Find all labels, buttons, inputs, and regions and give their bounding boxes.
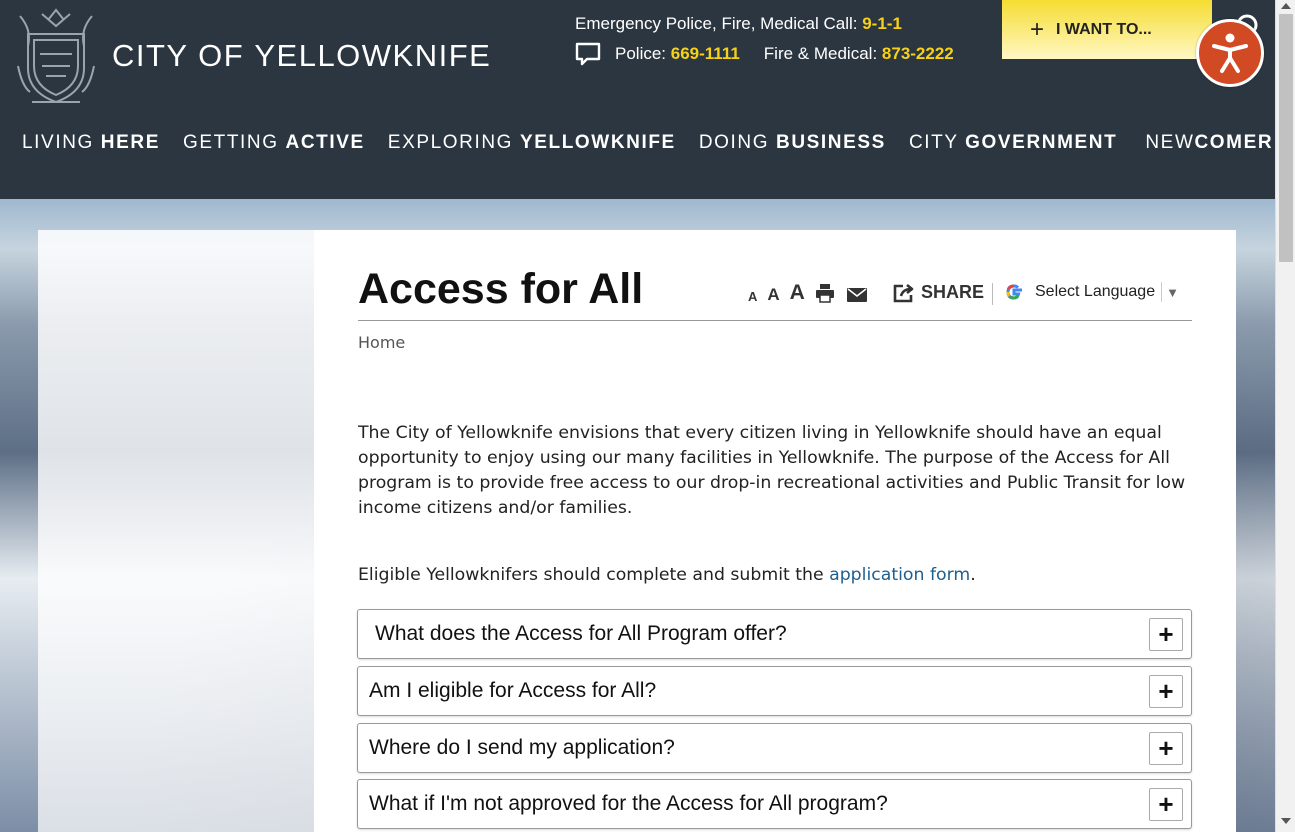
site-header: CITY OF YELLOWKNIFE Emergency Police, Fi… (0, 0, 1275, 199)
city-name-bold: YELLOWKNIFE (254, 38, 492, 73)
application-form-link[interactable]: application form (829, 565, 970, 585)
accordion-item-eligible[interactable]: Am I eligible for Access for All? + (357, 666, 1192, 716)
plus-icon: + (1030, 15, 1045, 43)
city-name-light: CITY OF (112, 38, 245, 73)
google-icon (1006, 284, 1022, 300)
accordion-item-send-application[interactable]: Where do I send my application? + (357, 723, 1192, 773)
eligibility-paragraph: Eligible Yellowknifers should complete a… (358, 565, 976, 585)
fire-label: Fire & Medical: (763, 44, 878, 63)
scroll-up-arrow-icon[interactable] (1281, 3, 1291, 9)
nav-item-newcomer[interactable]: NEWCOMER (1145, 132, 1273, 154)
sidebar-panel (38, 230, 314, 832)
title-divider (358, 320, 1192, 321)
accordion-item-not-approved[interactable]: What if I'm not approved for the Access … (357, 779, 1192, 829)
email-icon[interactable] (846, 287, 867, 303)
expand-plus-icon[interactable]: + (1149, 675, 1183, 708)
accessibility-icon (1212, 33, 1248, 73)
language-select[interactable]: Select Language ▼ (1003, 281, 1179, 303)
page-tools: A A A (748, 282, 879, 303)
breadcrumb-home-link[interactable]: Home (358, 333, 405, 352)
intro-paragraph: The City of Yellowknife envisions that e… (358, 423, 1186, 518)
accordion-question: Am I eligible for Access for All? (369, 679, 657, 702)
tool-divider (992, 283, 993, 305)
share-label: SHARE (921, 282, 985, 302)
police-label: Police: (615, 44, 667, 63)
font-size-medium-button[interactable]: A (767, 286, 779, 303)
emergency-number[interactable]: 9-1-1 (862, 14, 902, 33)
fire-number[interactable]: 873-2222 (882, 44, 954, 64)
accordion-question: Where do I send my application? (369, 736, 675, 759)
scroll-down-arrow-icon[interactable] (1281, 818, 1291, 824)
nav-item-exploring-yellowknife[interactable]: EXPLORING YELLOWKNIFE (388, 132, 676, 154)
accessibility-button[interactable] (1196, 19, 1264, 87)
expand-plus-icon[interactable]: + (1149, 618, 1183, 651)
expand-plus-icon[interactable]: + (1149, 788, 1183, 821)
nav-item-living-here[interactable]: LIVING HERE (22, 132, 160, 154)
i-want-to-label: I WANT TO... (1056, 20, 1152, 38)
language-label: Select Language (1035, 283, 1156, 300)
page-title: Access for All (358, 265, 644, 313)
page-scrollbar[interactable] (1275, 0, 1295, 832)
city-crest-icon[interactable] (12, 6, 100, 106)
breadcrumb: Home (358, 333, 405, 352)
font-size-large-button[interactable]: A (790, 282, 805, 303)
phone-numbers: Police: 669-1111 Fire & Medical: 873-222… (575, 42, 954, 66)
accordion-item-offer[interactable]: What does the Access for All Program off… (357, 609, 1192, 659)
share-icon (893, 283, 914, 302)
print-icon[interactable] (815, 283, 835, 303)
police-number[interactable]: 669-1111 (671, 44, 740, 64)
site-logo-text[interactable]: CITY OF YELLOWKNIFE (112, 38, 491, 74)
main-nav: LIVING HERE GETTING ACTIVE EXPLORING YEL… (22, 132, 1295, 154)
i-want-to-button[interactable]: + I WANT TO... (1002, 0, 1212, 59)
chat-icon[interactable] (575, 42, 601, 66)
nav-item-doing-business[interactable]: DOING BUSINESS (699, 132, 886, 154)
font-size-small-button[interactable]: A (748, 290, 757, 303)
emergency-label: Emergency Police, Fire, Medical Call: (575, 14, 858, 33)
nav-item-getting-active[interactable]: GETTING ACTIVE (183, 132, 365, 154)
accordion-question: What if I'm not approved for the Access … (369, 792, 888, 815)
nav-item-city-government[interactable]: CITY GOVERNMENT (909, 132, 1117, 154)
accordion-question: What does the Access for All Program off… (375, 622, 787, 645)
scrollbar-thumb[interactable] (1279, 14, 1293, 262)
chevron-down-icon: ▼ (1166, 284, 1179, 300)
share-button[interactable]: SHARE (893, 282, 984, 303)
expand-plus-icon[interactable]: + (1149, 732, 1183, 765)
emergency-line: Emergency Police, Fire, Medical Call: 9-… (575, 14, 902, 34)
